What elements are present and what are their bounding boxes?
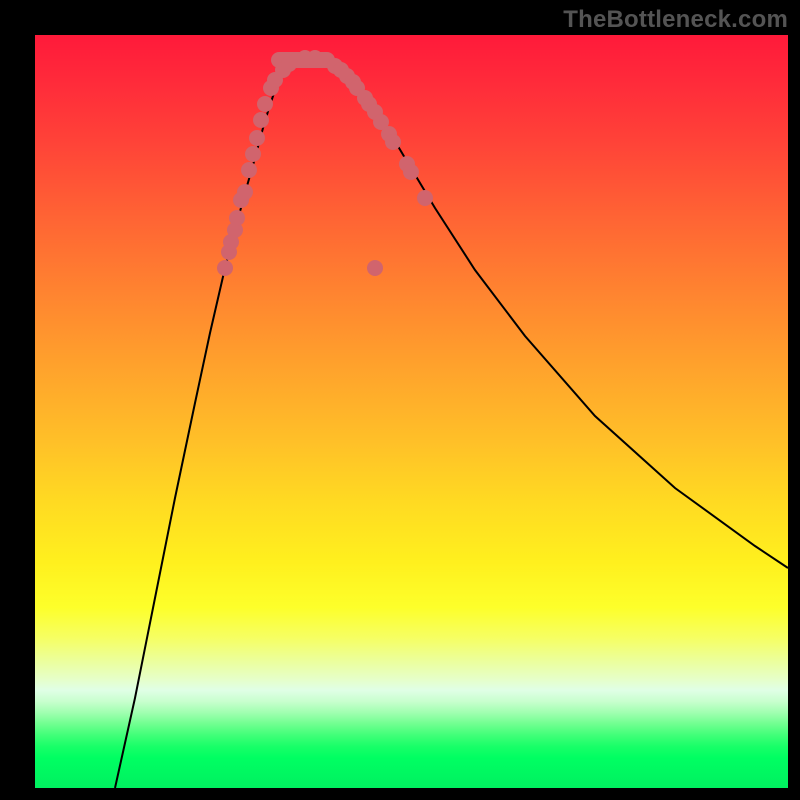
marker-dot [367, 260, 383, 276]
plot-area [35, 35, 788, 788]
chart-frame: TheBottleneck.com [0, 0, 800, 800]
marker-dot [249, 130, 265, 146]
marker-dot [217, 260, 233, 276]
marker-dot [237, 184, 253, 200]
marker-dot [241, 162, 257, 178]
marker-dot [417, 190, 433, 206]
marker-dot [257, 96, 273, 112]
marker-dot [385, 134, 401, 150]
curve-layer [35, 35, 788, 788]
marker-dot [253, 112, 269, 128]
bottleneck-curve [115, 58, 788, 788]
marker-dot [229, 210, 245, 226]
watermark-text: TheBottleneck.com [563, 6, 788, 34]
marker-dot [403, 164, 419, 180]
sample-points [217, 50, 433, 276]
marker-dot [245, 146, 261, 162]
